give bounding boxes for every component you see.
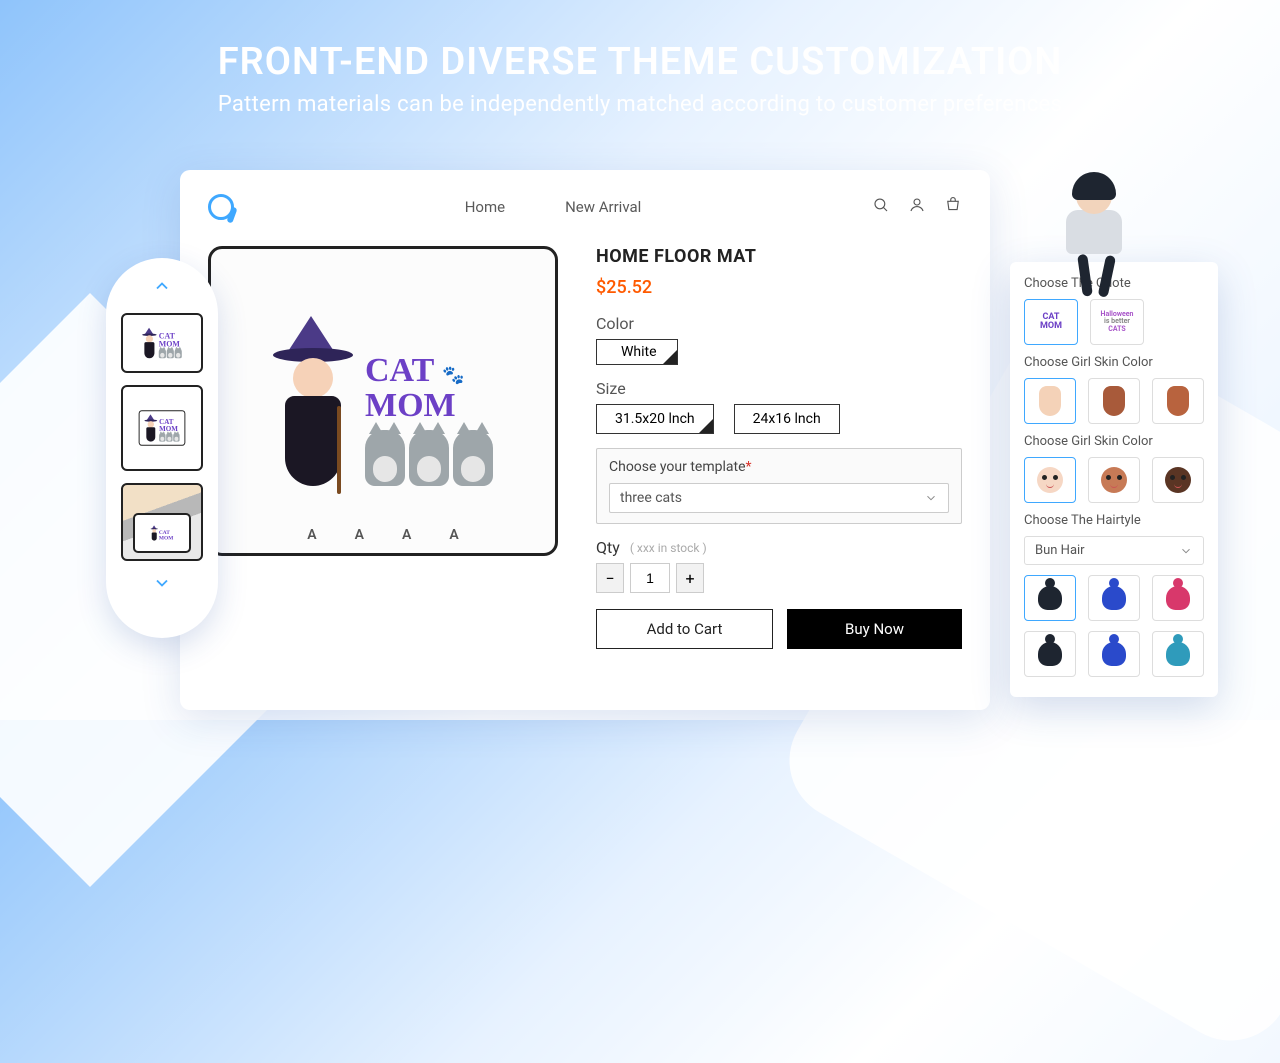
hair-row-1-option-3[interactable] — [1152, 575, 1204, 621]
add-to-cart-button[interactable]: Add to Cart — [596, 609, 773, 649]
chevron-down-icon — [924, 491, 938, 505]
app-logo — [208, 194, 234, 220]
app-window: Home New Arrival CAT 🐾 — [180, 170, 990, 710]
product-title: HOME FLOOR MAT — [596, 246, 962, 267]
name-slot: A — [449, 527, 458, 543]
hair-row-2-option-3[interactable] — [1152, 631, 1204, 677]
hero-subtitle: Pattern materials can be independently m… — [0, 92, 1280, 117]
thumbnail-carousel: CATMOM CATMOM CATMOM — [106, 258, 218, 638]
cat-illustration — [365, 430, 405, 486]
thumbnail-3[interactable]: CATMOM — [121, 483, 203, 561]
nav-home[interactable]: Home — [465, 198, 505, 216]
hair-row-1-option-1[interactable] — [1024, 575, 1076, 621]
account-icon[interactable] — [908, 196, 926, 218]
thumb-next-button[interactable] — [146, 567, 178, 604]
thumbnail-1[interactable]: CATMOM — [121, 313, 203, 373]
product-price: $25.52 — [596, 277, 962, 298]
choose-skin-color-title-2: Choose Girl Skin Color — [1024, 434, 1204, 449]
qty-input[interactable] — [630, 563, 670, 593]
cat-illustration — [453, 430, 493, 486]
face-row-option-1[interactable] — [1024, 457, 1076, 503]
paw-icon: 🐾 — [442, 365, 464, 385]
thumbnail-2[interactable]: CATMOM — [121, 385, 203, 471]
mat-quote-line1: CAT — [365, 352, 434, 389]
face-row-option-2[interactable] — [1088, 457, 1140, 503]
choose-skin-color-title-1: Choose Girl Skin Color — [1024, 355, 1204, 370]
hair-row-2-option-1[interactable] — [1024, 631, 1076, 677]
choose-hairstyle-title: Choose The Hairtyle — [1024, 513, 1204, 528]
skin-row-1-option-1[interactable] — [1024, 378, 1076, 424]
face-row-option-3[interactable] — [1152, 457, 1204, 503]
cat-illustration — [409, 430, 449, 486]
cart-icon[interactable] — [944, 196, 962, 218]
color-label: Color — [596, 314, 962, 333]
name-slot: A — [355, 527, 364, 543]
qty-decrement-button[interactable]: − — [596, 563, 624, 593]
name-slot: A — [402, 527, 411, 543]
size-label: Size — [596, 379, 962, 398]
quote-option-2[interactable]: Halloweenis betterCATS — [1090, 299, 1144, 345]
hairstyle-select[interactable]: Bun Hair — [1024, 536, 1204, 565]
size-option-1[interactable]: 31.5x20 lnch — [596, 404, 714, 434]
product-preview: CAT 🐾 MOM A A A A — [208, 246, 558, 556]
stock-hint: ( xxx in stock ) — [630, 541, 707, 555]
color-option-white[interactable]: White — [596, 339, 678, 365]
chevron-down-icon — [1179, 544, 1193, 558]
name-slot: A — [307, 527, 316, 543]
qty-increment-button[interactable]: + — [676, 563, 704, 593]
skin-row-1-option-3[interactable] — [1152, 378, 1204, 424]
buy-now-button[interactable]: Buy Now — [787, 609, 962, 649]
hair-row-1-option-2[interactable] — [1088, 575, 1140, 621]
customization-panel: Choose The Quote CATMOM Halloweenis bett… — [1010, 262, 1218, 697]
size-option-2[interactable]: 24x16 lnch — [734, 404, 840, 434]
quote-option-1[interactable]: CATMOM — [1024, 299, 1078, 345]
decor-person-illustration — [1066, 178, 1122, 296]
mat-quote-line2: MOM — [365, 388, 493, 424]
thumb-prev-button[interactable] — [146, 270, 178, 307]
search-icon[interactable] — [872, 196, 890, 218]
qty-label: Qty — [596, 538, 620, 557]
skin-row-1-option-2[interactable] — [1088, 378, 1140, 424]
nav-new-arrival[interactable]: New Arrival — [565, 198, 641, 216]
template-select[interactable]: three cats — [609, 483, 949, 513]
hero-title: FRONT-END DIVERSE THEME CUSTOMIZATION — [0, 40, 1280, 84]
template-label: Choose your template* — [609, 459, 949, 475]
hair-row-2-option-2[interactable] — [1088, 631, 1140, 677]
